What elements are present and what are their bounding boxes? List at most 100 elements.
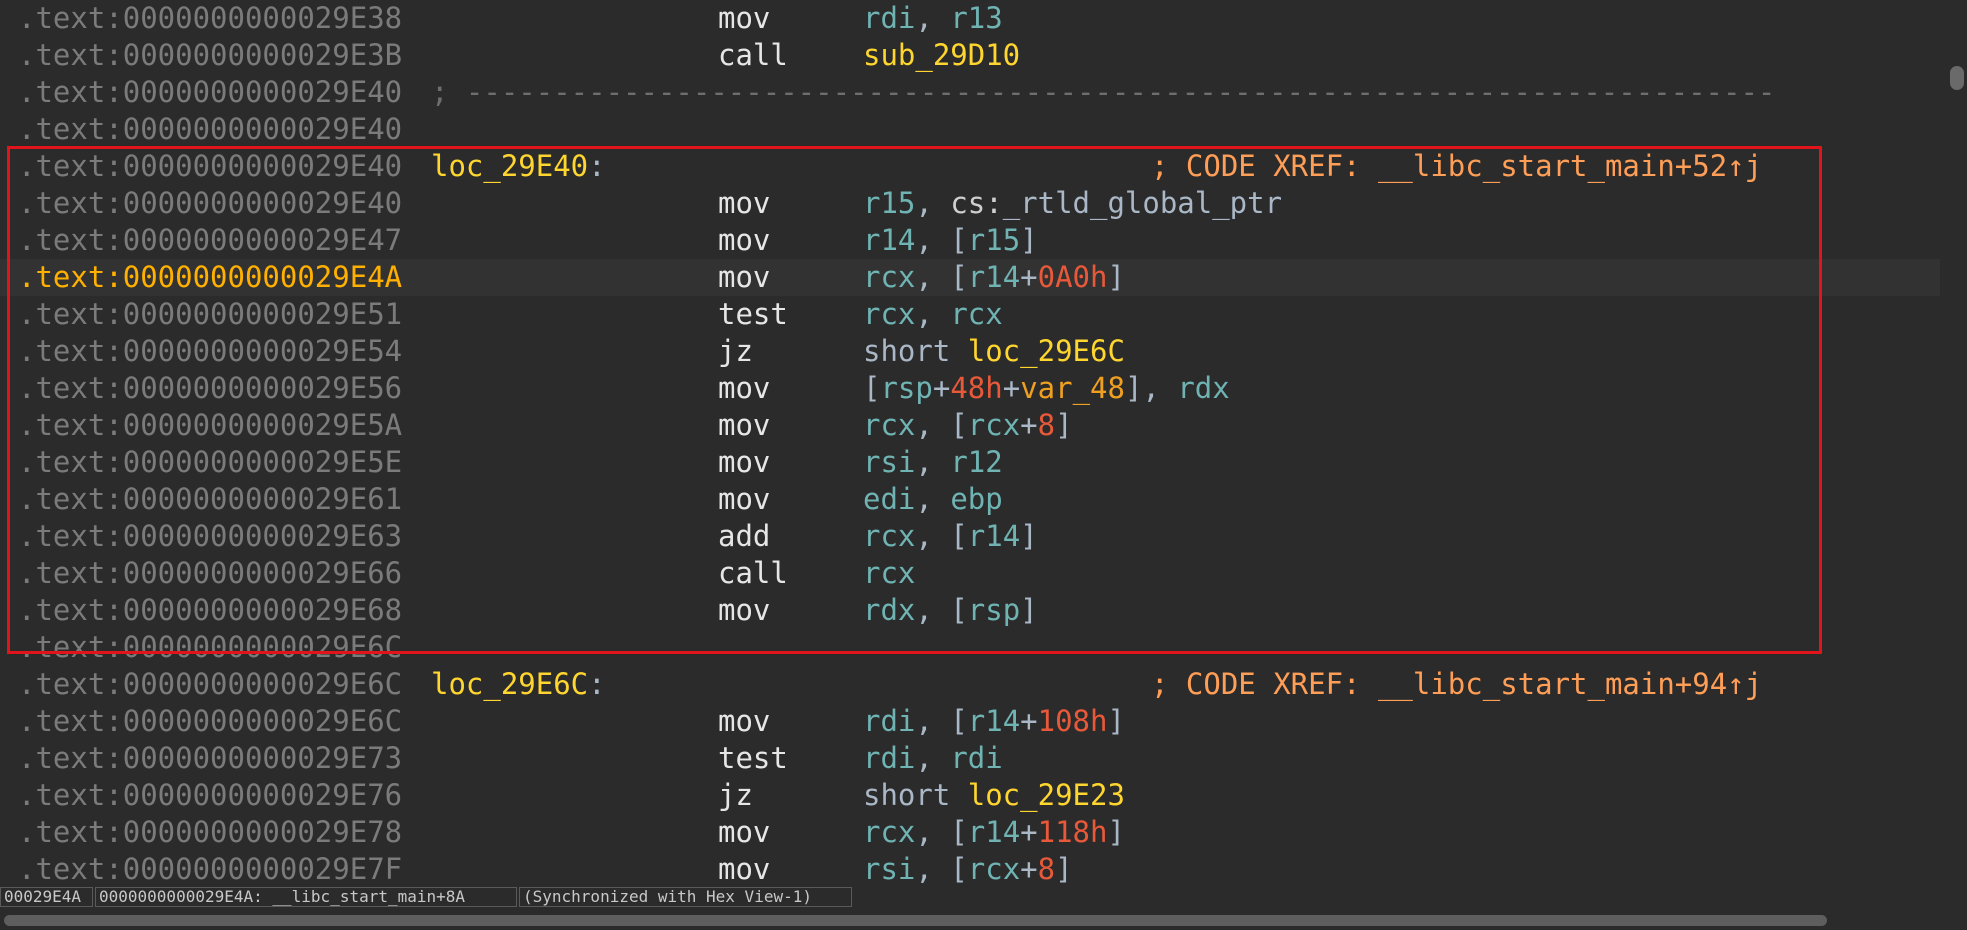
operand-symbol[interactable]: loc_29E23 [968,778,1125,812]
operand-register[interactable]: rsi [863,852,915,885]
instruction-operands[interactable]: sub_29D10 [863,37,1020,74]
line-address[interactable]: .text:0000000000029E6C [18,666,402,703]
operand-register[interactable]: rdi [863,741,915,775]
operand-number[interactable]: 0A0h [1038,260,1108,294]
instruction-mnemonic[interactable]: mov [718,407,770,444]
operand-register[interactable]: ebp [950,482,1002,516]
operand-register[interactable]: rdi [863,704,915,738]
instruction-mnemonic[interactable]: mov [718,481,770,518]
instruction-operands[interactable]: rcx [863,555,915,592]
line-address[interactable]: .text:0000000000029E40 [18,111,402,148]
operand-register[interactable]: r15 [968,223,1020,257]
instruction-mnemonic[interactable]: mov [718,444,770,481]
xref-comment[interactable]: ; CODE XREF: __libc_start_main+52↑j [1151,148,1762,185]
operand-register[interactable]: edi [863,482,915,516]
operand-number[interactable]: 8 [1038,852,1055,885]
operand-symbol[interactable]: loc_29E6C [968,334,1125,368]
line-address[interactable]: .text:0000000000029E78 [18,814,402,851]
line-address[interactable]: .text:0000000000029E73 [18,740,402,777]
line-address[interactable]: .text:0000000000029E3B [18,37,402,74]
listing-line[interactable]: .text:0000000000029E78 mov rcx, [r14+118h] [0,814,1940,851]
operand-register[interactable]: rdx [1177,371,1229,405]
line-address[interactable]: .text:0000000000029E7F [18,851,402,885]
line-address[interactable]: .text:0000000000029E38 [18,0,402,37]
instruction-mnemonic[interactable]: jz [718,333,753,370]
line-address[interactable]: .text:0000000000029E40 [18,185,402,222]
instruction-mnemonic[interactable]: mov [718,0,770,37]
code-label-text[interactable]: loc_29E40 [431,149,588,183]
instruction-mnemonic[interactable]: mov [718,703,770,740]
operand-register[interactable]: rcx [863,408,915,442]
operand-register[interactable]: rcx [863,297,915,331]
operand-register[interactable]: r14 [863,223,915,257]
instruction-operands[interactable]: rdx, [rsp] [863,592,1038,629]
instruction-operands[interactable]: rcx, [r14] [863,518,1038,555]
operand-register[interactable]: rcx [968,408,1020,442]
operand-segment[interactable]: cs: [950,186,1002,220]
line-address[interactable]: .text:0000000000029E61 [18,481,402,518]
horizontal-scrollbar[interactable] [0,911,1967,930]
instruction-mnemonic[interactable]: mov [718,814,770,851]
line-address[interactable]: .text:0000000000029E5E [18,444,402,481]
listing-line[interactable]: .text:0000000000029E7F mov rsi, [rcx+8] [0,851,1940,885]
instruction-mnemonic[interactable]: mov [718,222,770,259]
listing-line[interactable]: .text:0000000000029E40 mov r15, cs:_rtld_g… [0,185,1940,222]
xref-comment[interactable]: ; CODE XREF: __libc_start_main+94↑j [1151,666,1762,703]
listing-line[interactable]: .text:0000000000029E56 mov [rsp+48h+var_48… [0,370,1940,407]
listing-line[interactable]: .text:0000000000029E6C loc_29E6C: ; CODE X… [0,666,1940,703]
operand-register[interactable]: r14 [968,815,1020,849]
instruction-operands[interactable]: rdi, [r14+108h] [863,703,1125,740]
instruction-mnemonic[interactable]: call [718,37,788,74]
listing-line[interactable]: .text:0000000000029E40 loc_29E40: ; CODE X… [0,148,1940,185]
instruction-mnemonic[interactable]: jz [718,777,753,814]
line-address[interactable]: .text:0000000000029E47 [18,222,402,259]
instruction-operands[interactable]: [rsp+48h+var_48], rdx [863,370,1230,407]
horizontal-scrollbar-thumb[interactable] [4,915,1827,926]
vertical-scrollbar-thumb[interactable] [1950,66,1964,90]
listing-line[interactable]: .text:0000000000029E6C mov rdi, [r14+108h] [0,703,1940,740]
listing-line[interactable]: .text:0000000000029E51 test rcx, rcx [0,296,1940,333]
disassembly-listing[interactable]: .text:0000000000029E38 mov rdi, r13 .text:0… [0,0,1940,885]
operand-register[interactable]: r13 [950,1,1002,35]
listing-line[interactable]: .text:0000000000029E5E mov rsi, r12 [0,444,1940,481]
line-address[interactable]: .text:0000000000029E5A [18,407,402,444]
line-address[interactable]: .text:0000000000029E6C [18,703,402,740]
operand-register[interactable]: rdi [863,1,915,35]
operand-register[interactable]: r14 [968,704,1020,738]
line-address[interactable]: .text:0000000000029E56 [18,370,402,407]
instruction-operands[interactable]: short loc_29E6C [863,333,1125,370]
instruction-operands[interactable]: rsi, [rcx+8] [863,851,1073,885]
operand-register[interactable]: r12 [950,445,1002,479]
listing-line[interactable]: .text:0000000000029E76 jz short loc_29E23 [0,777,1940,814]
line-address[interactable]: .text:0000000000029E40 [18,74,402,111]
line-address[interactable]: .text:0000000000029E63 [18,518,402,555]
line-address[interactable]: .text:0000000000029E76 [18,777,402,814]
listing-line[interactable]: .text:0000000000029E40 [0,111,1940,148]
operand-register[interactable]: rdi [950,741,1002,775]
instruction-mnemonic[interactable]: mov [718,370,770,407]
listing-line[interactable]: .text:0000000000029E38 mov rdi, r13 [0,0,1940,37]
instruction-operands[interactable]: rsi, r12 [863,444,1003,481]
instruction-operands[interactable]: rcx, [r14+0A0h] [863,259,1125,296]
operand-register[interactable]: r14 [968,519,1020,553]
operand-number[interactable]: 8 [1038,408,1055,442]
operand-number[interactable]: 108h [1038,704,1108,738]
instruction-mnemonic[interactable]: mov [718,259,770,296]
instruction-operands[interactable]: rcx, [r14+118h] [863,814,1125,851]
operand-register[interactable]: r15 [863,186,915,220]
listing-line[interactable]: .text:0000000000029E73 test rdi, rdi [0,740,1940,777]
instruction-mnemonic[interactable]: test [718,740,788,777]
listing-line-current[interactable]: .text:0000000000029E4A mov rcx, [r14+0A0h] [0,259,1940,296]
operand-number[interactable]: 118h [1038,815,1108,849]
operand-number[interactable]: 48h [950,371,1002,405]
listing-line[interactable]: .text:0000000000029E63 add rcx, [r14] [0,518,1940,555]
operand-symbol[interactable]: sub_29D10 [863,38,1020,72]
instruction-operands[interactable]: rcx, [rcx+8] [863,407,1073,444]
operand-register[interactable]: rcx [863,556,915,590]
line-address[interactable]: .text:0000000000029E68 [18,592,402,629]
line-address[interactable]: .text:0000000000029E4A [18,259,402,296]
listing-line[interactable]: .text:0000000000029E3B call sub_29D10 [0,37,1940,74]
instruction-mnemonic[interactable]: mov [718,592,770,629]
instruction-mnemonic[interactable]: mov [718,851,770,885]
instruction-mnemonic[interactable]: call [718,555,788,592]
